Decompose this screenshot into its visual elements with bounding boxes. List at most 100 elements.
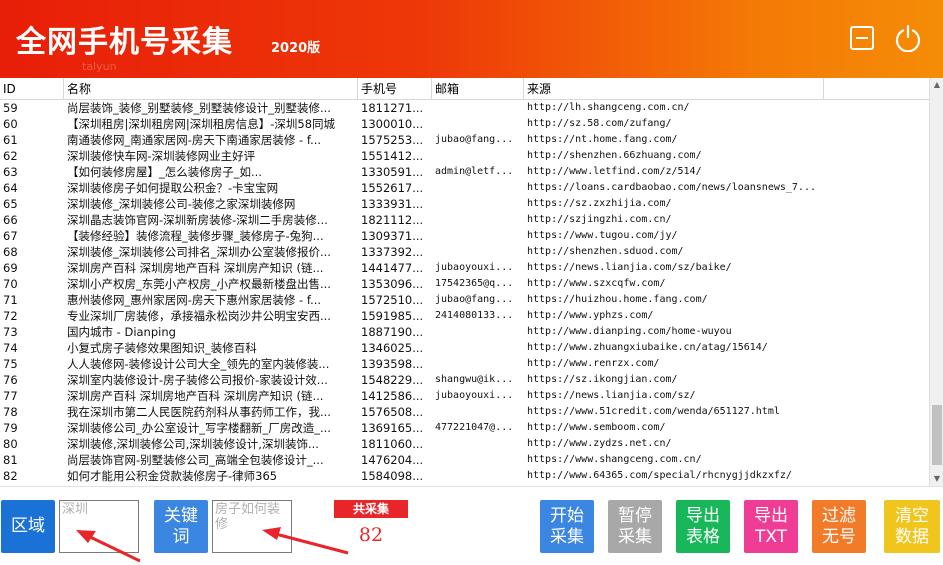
table-row[interactable]: 67 【装修经验】装修流程_装修步骤_装修房子-兔狗... 1309371... ht… [0, 228, 930, 244]
cell-email [432, 324, 524, 340]
cell-id: 72 [3, 309, 18, 323]
app-title: 全网手机号采集 [16, 25, 233, 60]
cell-source: http://lh.shangceng.com.cn/ [527, 102, 690, 113]
results-table: ID 名称 手机号 邮箱 来源 59 尚层装饰_装修_别墅装修_别墅装修设计_别墅… [0, 78, 943, 486]
cell-email [432, 468, 524, 484]
cell-id: 82 [3, 469, 18, 483]
table-row[interactable]: 65 深圳装修_深圳装修公司-装修之家深圳装修网 1333931... https:/… [0, 196, 930, 212]
total-label: 共采集 [334, 500, 408, 518]
table-row[interactable]: 64 深圳装修房子如何提取公积金？-卡宝宝网 1552617... https://l… [0, 180, 930, 196]
cell-email [432, 436, 524, 452]
cell-email [432, 148, 524, 164]
scrollbar-thumb[interactable] [932, 405, 942, 465]
cell-name: 【装修经验】装修流程_装修步骤_装修房子-兔狗... [67, 229, 324, 243]
cell-name: 深圳装修公司_办公室设计_写字楼翻新_厂房改造_... [67, 421, 331, 435]
start-collect-button[interactable]: 开始采集 [540, 500, 594, 553]
table-row[interactable]: 81 尚层装饰官网-别墅装修公司_高端全包装修设计_... 1476204... ht… [0, 452, 930, 468]
cell-phone: 1575253... [361, 133, 424, 147]
cell-id: 80 [3, 437, 18, 451]
cell-name: 深圳装修,深圳装修公司,深圳装修设计,深圳装饰... [67, 437, 319, 451]
cell-source: http://shenzhen.66zhuang.com/ [527, 150, 702, 161]
cell-name: 南通装修网_南通家居网-房天下南通家居装修 - f... [67, 133, 322, 147]
column-header-source[interactable]: 来源 [524, 78, 824, 100]
cell-source: http://www.renrzx.com/ [527, 358, 660, 369]
watermark-text: talyun [82, 60, 117, 73]
cell-source: http://www.dianping.com/home-wuyou [527, 326, 732, 337]
cell-email: 17542365@q... [435, 278, 514, 289]
cell-name: 深圳房产百科 深圳房地产百科 深圳房产知识 (链... [67, 389, 324, 403]
cell-source: https://news.lianjia.com/sz/baike/ [527, 262, 732, 273]
table-body: 59 尚层装饰_装修_别墅装修_别墅装修设计_别墅装修... 1811271... h… [0, 100, 930, 484]
scroll-up-icon[interactable]: ▲ [930, 78, 943, 92]
region-input[interactable]: 深圳 [59, 500, 139, 553]
cell-source: https://sz.ikongjian.com/ [527, 374, 678, 385]
keyword-button[interactable]: 关键词 [154, 500, 208, 553]
scroll-down-icon[interactable]: ▼ [930, 472, 943, 486]
cell-source: http://www.szxcqfw.com/ [527, 278, 666, 289]
cell-name: 深圳装修房子如何提取公积金？-卡宝宝网 [67, 181, 279, 195]
cell-source: https://sz.zxzhijia.com/ [527, 198, 672, 209]
region-button[interactable]: 区域 [1, 500, 55, 553]
vertical-scrollbar[interactable]: ▲ ▼ [929, 78, 943, 486]
table-row[interactable]: 80 深圳装修,深圳装修公司,深圳装修设计,深圳装饰... 1811060... ht… [0, 436, 930, 452]
table-row[interactable]: 72 专业深圳厂房装修，承接福永松岗沙井公明宝安西... 1591985... 241… [0, 308, 930, 324]
table-row[interactable]: 75 人人装修网-装修设计公司大全_领先的室内装修装... 1393598... ht… [0, 356, 930, 372]
column-header-email[interactable]: 邮箱 [432, 78, 524, 100]
cell-id: 64 [3, 181, 18, 195]
cell-email [432, 116, 524, 132]
cell-email: jubao@fang... [435, 294, 514, 305]
table-row[interactable]: 63 【如何装修房屋】_怎么装修房子_如... 1330591... admin@le… [0, 164, 930, 180]
keyword-input[interactable]: 房子如何装修 [212, 500, 292, 553]
export-table-button[interactable]: 导出表格 [676, 500, 730, 553]
table-row[interactable]: 76 深圳室内装修设计-房子装修公司报价-家装设计效... 1548229... sh… [0, 372, 930, 388]
table-row[interactable]: 69 深圳房产百科 深圳房地产百科 深圳房产知识 (链... 1441477... j… [0, 260, 930, 276]
minimize-button[interactable] [848, 24, 876, 52]
table-row[interactable]: 70 深圳小产权房_东莞小产权房_小产权最新楼盘出售... 1353096... 17… [0, 276, 930, 292]
cell-phone: 1572510... [361, 293, 424, 307]
column-header-id[interactable]: ID [0, 78, 64, 100]
cell-phone: 1821112... [361, 213, 424, 227]
table-row[interactable]: 66 深圳晶志装饰官网-深圳新房装修-深圳二手房装修... 1821112... ht… [0, 212, 930, 228]
pause-collect-button[interactable]: 暂停采集 [608, 500, 662, 553]
cell-id: 61 [3, 133, 18, 147]
cell-source: http://www.zydzs.net.cn/ [527, 438, 672, 449]
table-row[interactable]: 73 国内城市 - Dianping 1887190... http://www.di… [0, 324, 930, 340]
cell-email: jubaoyouxi... [435, 262, 514, 273]
column-header-name[interactable]: 名称 [64, 78, 358, 100]
cell-name: 【深圳租房|深圳租房网|深圳租房信息】-深圳58同城 [67, 117, 336, 131]
cell-name: 深圳装修_深圳装修公司-装修之家深圳装修网 [67, 197, 296, 211]
cell-source: http://sz.58.com/zufang/ [527, 118, 672, 129]
table-row[interactable]: 78 我在深圳市第二人民医院药剂科从事药师工作，我... 1576508... htt… [0, 404, 930, 420]
table-row[interactable]: 77 深圳房产百科 深圳房地产百科 深圳房产知识 (链... 1412586... j… [0, 388, 930, 404]
table-row[interactable]: 82 如何才能用公积金贷款装修房子-律师365 1584098... http://w… [0, 468, 930, 484]
table-row[interactable]: 62 深圳装修快车网-深圳装修网业主好评 1551412... http://shen… [0, 148, 930, 164]
table-row[interactable]: 74 小复式房子装修效果图知识_装修百科 1346025... http://www.… [0, 340, 930, 356]
filter-no-number-button[interactable]: 过滤无号 [812, 500, 866, 553]
table-row[interactable]: 61 南通装修网_南通家居网-房天下南通家居装修 - f... 1575253...… [0, 132, 930, 148]
cell-name: 惠州装修网_惠州家居网-房天下惠州家居装修 - f... [67, 293, 322, 307]
cell-name: 专业深圳厂房装修，承接福永松岗沙井公明宝安西... [67, 309, 331, 323]
cell-phone: 1548229... [361, 373, 424, 387]
control-bar: 区域 深圳 关键词 房子如何装修 共采集 82 开始采集 暂停采集 导出表格 导… [0, 486, 943, 565]
close-button[interactable] [894, 24, 922, 52]
cell-email [432, 180, 524, 196]
minimize-icon [850, 26, 874, 50]
export-txt-button[interactable]: 导出TXT [744, 500, 798, 553]
table-row[interactable]: 71 惠州装修网_惠州家居网-房天下惠州家居装修 - f... 1572510...… [0, 292, 930, 308]
app-version: 2020版 [271, 41, 321, 56]
cell-name: 【如何装修房屋】_怎么装修房子_如... [67, 165, 262, 179]
cell-id: 70 [3, 277, 18, 291]
cell-phone: 1353096... [361, 277, 424, 291]
cell-id: 69 [3, 261, 18, 275]
column-header-phone[interactable]: 手机号 [358, 78, 432, 100]
annotation-arrows [76, 527, 349, 563]
cell-source: https://www.shangceng.com.cn/ [527, 454, 702, 465]
cell-id: 59 [3, 101, 18, 115]
clear-data-button[interactable]: 清空数据 [884, 500, 940, 553]
table-row[interactable]: 59 尚层装饰_装修_别墅装修_别墅装修设计_别墅装修... 1811271... h… [0, 100, 930, 116]
cell-id: 79 [3, 421, 18, 435]
table-row[interactable]: 60 【深圳租房|深圳租房网|深圳租房信息】-深圳58同城 1300010... ht… [0, 116, 930, 132]
cell-name: 我在深圳市第二人民医院药剂科从事药师工作，我... [67, 405, 331, 419]
table-row[interactable]: 79 深圳装修公司_办公室设计_写字楼翻新_厂房改造_... 1369165... 4… [0, 420, 930, 436]
table-row[interactable]: 68 深圳装修_深圳装修公司排名_深圳办公室装修报价... 1337392... ht… [0, 244, 930, 260]
